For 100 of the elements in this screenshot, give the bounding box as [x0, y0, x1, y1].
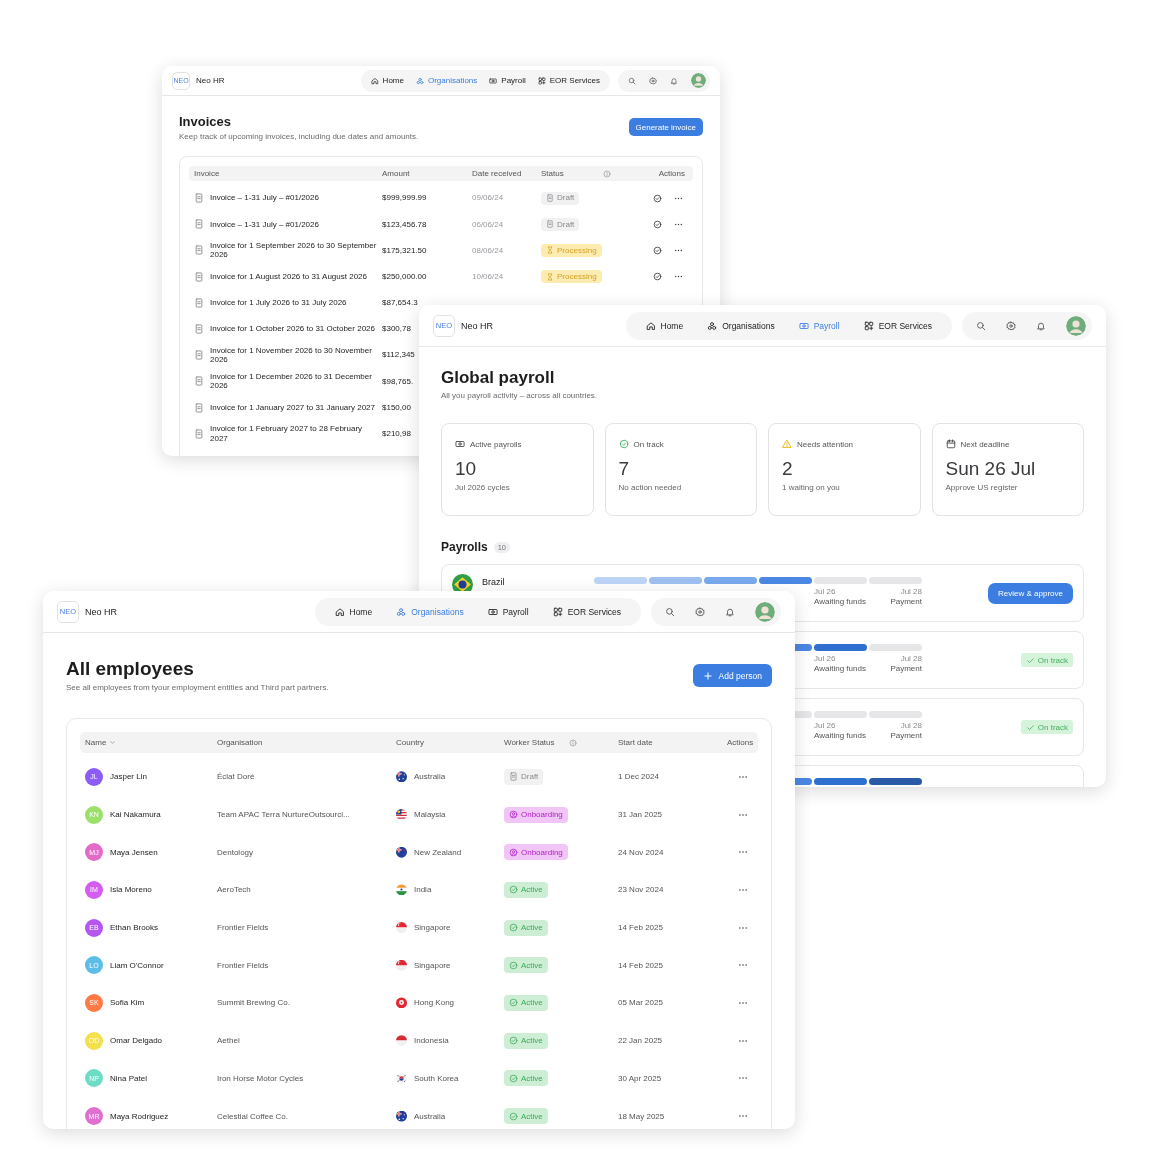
add-person-button[interactable]: Add person: [692, 664, 772, 687]
flag-icon: [396, 809, 407, 821]
nav-tab[interactable]: EOR Services: [851, 311, 944, 340]
employee-name[interactable]: Maya Jensen: [110, 847, 158, 857]
generate-invoice-button[interactable]: Generate invoice: [628, 118, 703, 136]
document-icon: [194, 297, 204, 308]
nav-tab[interactable]: Organisations: [384, 597, 476, 626]
user-avatar[interactable]: [691, 73, 706, 88]
nav-tab[interactable]: Payroll: [475, 597, 541, 626]
document-icon: [194, 271, 204, 282]
column-header: Actions: [658, 169, 685, 178]
start-date: 24 Nov 2024: [617, 847, 665, 857]
search-icon[interactable]: [628, 76, 636, 85]
flag-icon: [396, 922, 407, 934]
plus-icon: [702, 670, 713, 681]
document-icon: [194, 428, 204, 439]
start-date: 14 Feb 2025: [617, 923, 664, 933]
nav-tab[interactable]: Home: [633, 311, 696, 340]
page-subtitle: All you payroll activity – across all countries.: [441, 391, 599, 401]
invoice-name: Invoice for 1 February 2027 to 28 February 2027: [210, 424, 364, 444]
check-circle-icon[interactable]: [653, 219, 662, 229]
document-icon: [546, 194, 554, 203]
check-circle-icon: [509, 998, 518, 1008]
column-header: Date received: [472, 169, 522, 178]
employee-name[interactable]: Isla Moreno: [110, 885, 152, 895]
organisation-name: Summit Brewing Co.: [216, 998, 291, 1008]
amount: $999,999.99: [382, 193, 427, 203]
status-badge: Active: [504, 994, 548, 1011]
review-button[interactable]: Review & approve: [988, 582, 1073, 604]
employee-name[interactable]: Liam O'Connor: [110, 960, 164, 970]
status-badge: Processing: [541, 270, 602, 284]
nav-tab[interactable]: Home: [364, 69, 410, 92]
start-date: 30 Apr 2025: [617, 1073, 663, 1083]
document-icon: [194, 193, 204, 204]
nav-tab[interactable]: Payroll: [786, 311, 852, 340]
amount: $98,765.: [382, 376, 414, 386]
user-avatar[interactable]: [755, 601, 775, 622]
step-date: Jul 26: [814, 587, 836, 596]
step-label: Payment: [890, 731, 922, 740]
status-badge: Active: [504, 957, 548, 974]
employee-name[interactable]: Kai Nakamura: [110, 810, 161, 820]
user-avatar[interactable]: [1066, 315, 1086, 336]
check-icon: [1025, 722, 1035, 732]
check-circle-icon: [509, 960, 518, 970]
column-header: Actions: [727, 738, 754, 747]
chevron-down-icon[interactable]: [109, 739, 117, 746]
check-circle-icon: [509, 885, 518, 895]
organisation-name: Aethel: [216, 1036, 241, 1046]
date: 08/06/24: [471, 245, 505, 256]
organisation-name: AeroTech: [216, 885, 252, 895]
employee-name[interactable]: Jasper Lin: [110, 772, 147, 782]
employee-name[interactable]: Sofia Kim: [110, 998, 145, 1008]
flag-icon: [396, 771, 407, 783]
nav-tab[interactable]: Home: [322, 597, 385, 626]
nav-tab[interactable]: EOR Services: [540, 597, 633, 626]
employee-name[interactable]: Nina Patel: [110, 1073, 147, 1083]
nav-tab[interactable]: Payroll: [483, 69, 532, 92]
country-name: Singapore: [414, 960, 451, 970]
status-badge: Draft: [541, 217, 580, 231]
invoice-name: Invoice – 1-31 July – #01/2026: [210, 219, 319, 230]
employee-name[interactable]: Maya Rodriguez: [110, 1111, 169, 1121]
organisation-name: Iron Horse Motor Cycles: [216, 1073, 305, 1083]
nav-tab[interactable]: Organisations: [695, 311, 787, 340]
check-circle-icon: [509, 1073, 518, 1083]
nav-tab[interactable]: EOR Services: [531, 69, 606, 92]
nav-tab[interactable]: Organisations: [409, 69, 484, 92]
stat-note: Jul 2026 cycles: [455, 483, 511, 492]
flag-icon: [396, 959, 407, 971]
check-circle-icon[interactable]: [653, 245, 662, 255]
document-icon: [194, 324, 204, 335]
check-circle-icon[interactable]: [653, 272, 662, 282]
banknote-icon: [798, 320, 809, 331]
calendar-icon: [945, 439, 956, 449]
stat-note: Approve US register: [945, 483, 1019, 492]
grid-icon: [537, 76, 546, 85]
home-icon: [645, 320, 656, 331]
check-icon: [1025, 655, 1035, 665]
amount: $300,78: [382, 324, 411, 334]
user-icon: [509, 810, 518, 820]
settings-icon[interactable]: [1006, 320, 1016, 331]
bell-icon[interactable]: [670, 76, 678, 85]
settings-icon[interactable]: [649, 76, 657, 85]
status-badge: Active: [504, 881, 548, 898]
check-circle-icon[interactable]: [653, 193, 662, 203]
stat-value: Sun 26 Jul: [945, 458, 1037, 480]
step-date: Jul 28: [900, 587, 922, 596]
employee-name[interactable]: Ethan Brooks: [110, 923, 159, 933]
step-label: Awaiting funds: [814, 597, 866, 606]
column-header[interactable]: Name: [85, 738, 107, 747]
bell-icon[interactable]: [725, 606, 735, 617]
amount: $175,321.50: [382, 245, 427, 255]
bell-icon[interactable]: [1036, 320, 1046, 331]
settings-icon[interactable]: [695, 606, 705, 617]
invoice-name: Invoice for 1 September 2026 to 30 September 2026: [210, 240, 377, 260]
app-name: Neo HR: [461, 320, 493, 331]
search-icon[interactable]: [976, 320, 986, 331]
employee-name[interactable]: Omar Delgado: [110, 1036, 163, 1046]
stat-label: Needs attention: [797, 439, 854, 449]
status-badge: Active: [504, 1108, 548, 1125]
search-icon[interactable]: [665, 606, 675, 617]
